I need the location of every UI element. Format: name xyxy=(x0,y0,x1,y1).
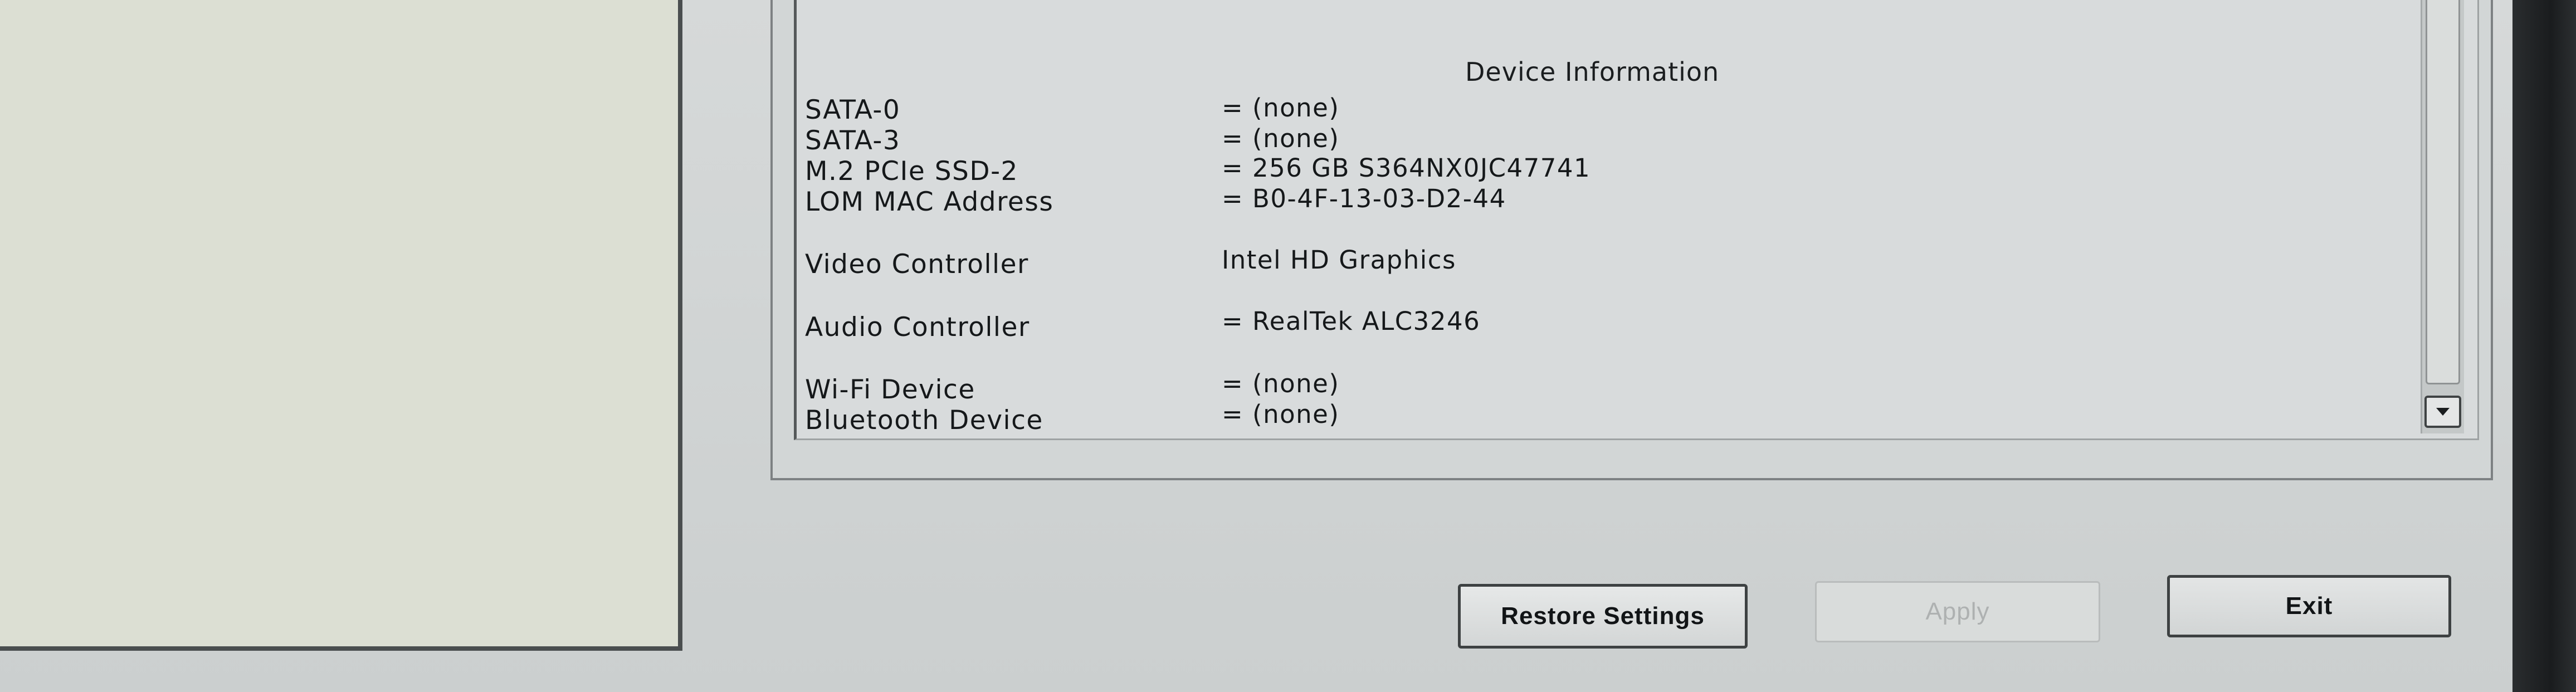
row-value-sata-0: = (none) xyxy=(1222,93,1340,123)
monitor-bezel xyxy=(2512,0,2576,692)
row-label-audio: Audio Controller xyxy=(805,312,1030,343)
restore-settings-button[interactable]: Restore Settings xyxy=(1458,584,1748,649)
row-value-lom-mac: = B0-4F-13-03-D2-44 xyxy=(1222,184,1506,213)
row-value-bluetooth: = (none) xyxy=(1222,399,1340,429)
info-scrollbar[interactable] xyxy=(2421,0,2464,433)
settings-tree-panel[interactable] xyxy=(0,0,682,651)
row-label-video: Video Controller xyxy=(805,249,1029,280)
row-label-lom-mac: LOM MAC Address xyxy=(805,187,1054,217)
bios-setup-screen: Device Information SATA-0 = (none) SATA-… xyxy=(0,0,2576,692)
row-label-bluetooth: Bluetooth Device xyxy=(805,405,1043,436)
row-value-video: Intel HD Graphics xyxy=(1222,245,1456,275)
exit-button[interactable]: Exit xyxy=(2167,575,2451,637)
row-value-wifi: = (none) xyxy=(1222,369,1340,398)
row-value-sata-3: = (none) xyxy=(1222,124,1340,153)
row-label-sata-0: SATA-0 xyxy=(805,95,901,125)
chevron-down-icon xyxy=(2436,408,2450,416)
row-value-audio: = RealTek ALC3246 xyxy=(1222,306,1481,336)
scroll-down-button[interactable] xyxy=(2424,396,2461,428)
row-label-m2-ssd: M.2 PCIe SSD-2 xyxy=(805,156,1018,187)
apply-button[interactable]: Apply xyxy=(1815,581,2100,642)
row-label-wifi: Wi-Fi Device xyxy=(805,374,975,405)
device-info-title: Device Information xyxy=(1465,57,1720,87)
row-label-sata-3: SATA-3 xyxy=(805,125,901,156)
row-value-m2-ssd: = 256 GB S364NX0JC47741 xyxy=(1222,153,1591,183)
scroll-thumb[interactable] xyxy=(2426,0,2460,384)
